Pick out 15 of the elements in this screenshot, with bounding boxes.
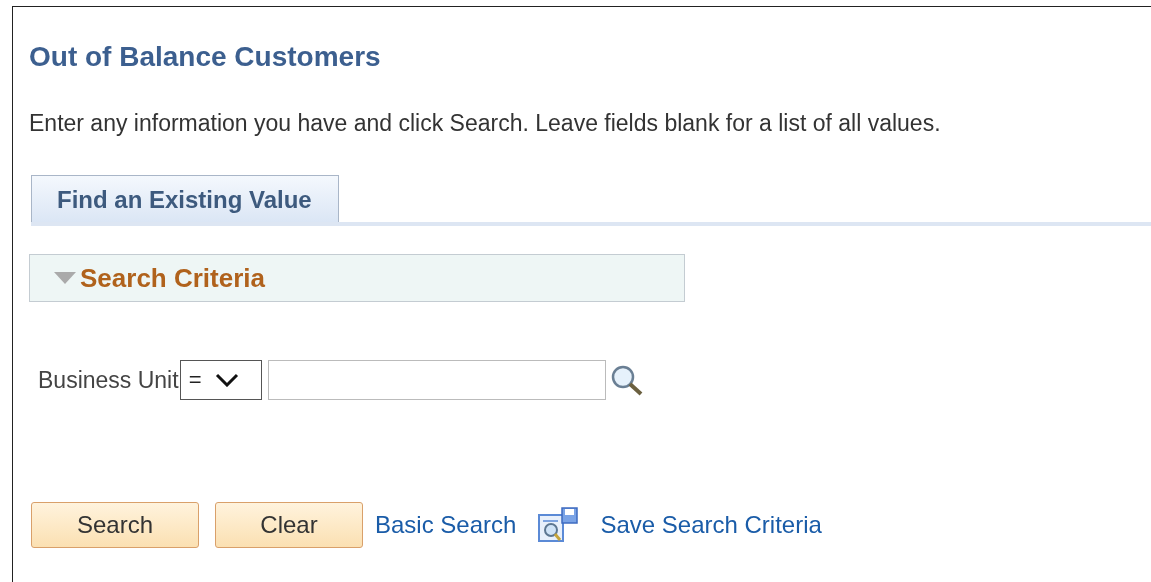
section-title: Search Criteria <box>80 262 265 294</box>
search-button[interactable]: Search <box>31 502 199 548</box>
operator-dropdown[interactable]: = <box>179 360 262 400</box>
save-search-link[interactable]: Save Search Criteria <box>600 511 822 539</box>
field-label: Business Unit <box>38 366 179 394</box>
search-icon[interactable] <box>609 364 644 396</box>
save-search-icon[interactable] <box>538 507 579 543</box>
section-header[interactable]: Search Criteria <box>29 254 685 302</box>
basic-search-link[interactable]: Basic Search <box>375 511 517 539</box>
tab[interactable]: Find an Existing Value <box>31 175 339 222</box>
chevron-down-icon <box>215 373 240 387</box>
page-title: Out of Balance Customers <box>29 41 382 73</box>
clear-button[interactable]: Clear <box>215 502 363 548</box>
business-unit-field[interactable] <box>267 360 606 400</box>
instructions-text: Enter any information you have and click Search. Leave fields blank for a list of all values. <box>29 109 942 137</box>
